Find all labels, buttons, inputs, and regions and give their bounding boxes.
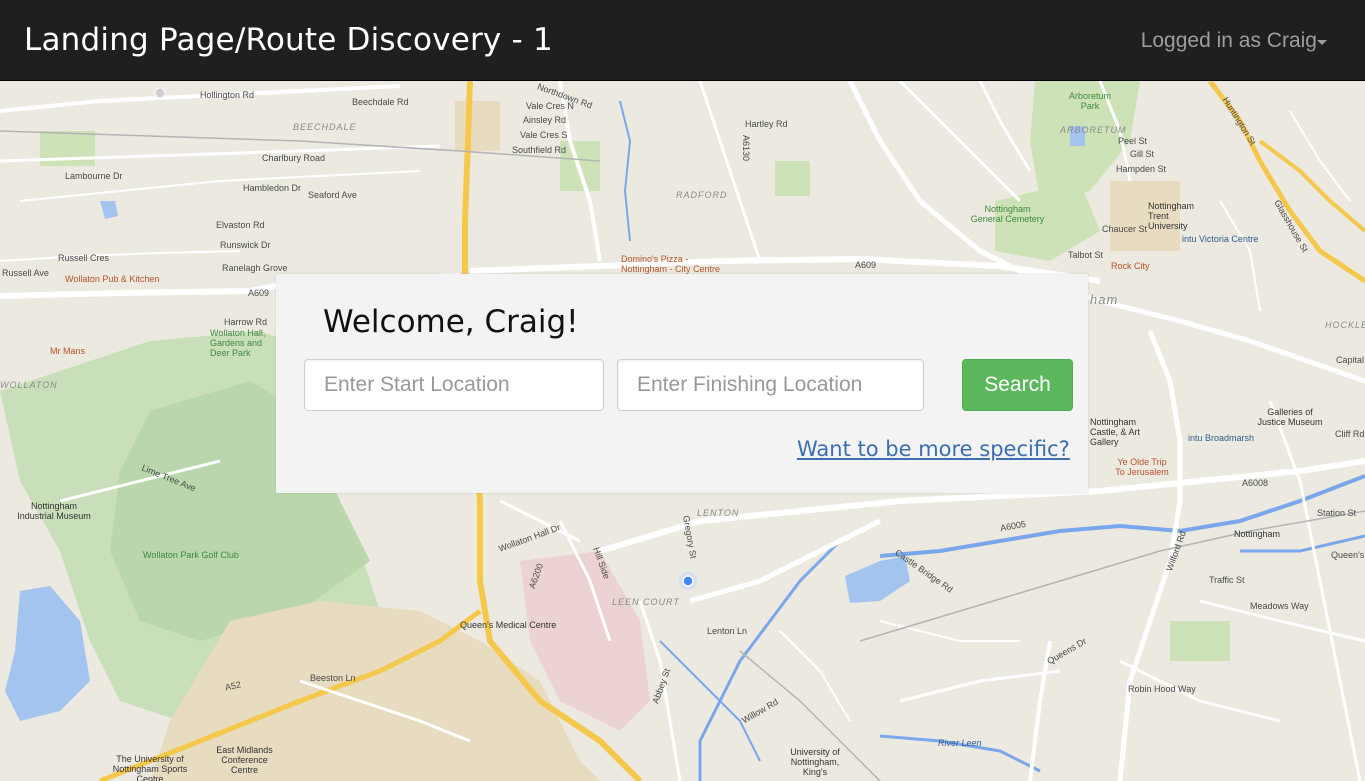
map-poi-label: Arboretum Park — [1068, 91, 1112, 111]
map-label: Queen's Rd — [1331, 550, 1365, 560]
map-label: Robin Hood Way — [1128, 684, 1196, 694]
map-label: Lambourne Dr — [65, 171, 123, 181]
map-label: Hartley Rd — [745, 119, 788, 129]
map-area-label: BEECHDALE — [293, 122, 357, 132]
user-menu-dropdown[interactable]: Logged in as Craig — [1141, 29, 1317, 53]
map-poi-label: Galleries of Justice Museum — [1257, 407, 1323, 427]
map-poi-label: Mr Mans — [50, 346, 86, 356]
map-poi-label: intu Victoria Centre — [1182, 234, 1259, 244]
map-label: Lenton Ln — [707, 626, 748, 636]
chevron-down-icon[interactable] — [1317, 40, 1327, 45]
map-label: Gill St — [1130, 149, 1155, 159]
map-label: Ainsley Rd — [523, 115, 567, 125]
map-poi-label: Wollaton Hall, Gardens and Deer Park — [210, 328, 266, 358]
map-poi-label: Wollaton Pub & Kitchen — [65, 274, 160, 284]
map-poi-label: The University of Nottingham Sports Cent… — [112, 754, 188, 781]
page-title: Landing Page/Route Discovery - 1 — [24, 22, 553, 58]
map-area-label: ARBORETUM — [1060, 125, 1127, 135]
map-label: Hampden St — [1116, 164, 1167, 174]
finish-location-input[interactable] — [617, 359, 924, 411]
map-label: Cliff Rd — [1335, 429, 1365, 439]
more-specific-link[interactable]: Want to be more specific? — [797, 437, 1070, 461]
map-label: Runswick Dr — [220, 240, 271, 250]
map-area-label: ham — [1090, 292, 1119, 307]
map-label: Vale Cres S — [520, 130, 568, 140]
map-label: A6130 — [741, 134, 752, 162]
map-label: Seaford Ave — [308, 190, 357, 200]
map-poi-label: Nottingham Trent University — [1148, 201, 1195, 231]
map-label: A609 — [248, 288, 270, 298]
map-poi-label: Nottingham Industrial Museum — [17, 501, 91, 521]
map-label: Talbot St — [1068, 250, 1104, 260]
map-area-label: LEEN COURT — [612, 597, 680, 607]
map-label: Traffic St — [1209, 575, 1245, 585]
map-label: Capital — [1336, 355, 1365, 365]
map-poi-label: East Midlands Conference Centre — [216, 745, 273, 775]
map-area-label: WOLLATON — [0, 380, 58, 390]
map-poi-label: Wollaton Park Golf Club — [143, 550, 239, 560]
map-label: Harrow Rd — [224, 317, 268, 327]
search-button[interactable]: Search — [962, 359, 1073, 411]
map-label: Vale Cres N — [526, 101, 574, 111]
map-poi-label: Nottingham Castle, & Art Gallery — [1090, 417, 1141, 447]
map-poi-label: Ye Olde Trip To Jerusalem — [1115, 457, 1169, 477]
welcome-heading: Welcome, Craig! — [323, 304, 579, 340]
route-search-panel: Welcome, Craig! Search Want to be more s… — [276, 274, 1088, 493]
map-area-label: LENTON — [697, 508, 740, 518]
map-label: Russell Cres — [58, 253, 110, 263]
map-label: Hambledon Dr — [243, 183, 302, 193]
map-label: Peel St — [1118, 136, 1148, 146]
map-label: A609 — [855, 260, 877, 270]
map-poi-label: Domino's Pizza - Nottingham - City Centr… — [621, 254, 721, 274]
map-poi-label: University of Nottingham, King's — [790, 747, 840, 777]
map-label: Station St — [1317, 508, 1357, 518]
map-label: Charlbury Road — [262, 153, 326, 163]
start-location-input[interactable] — [304, 359, 604, 411]
map-poi-label: intu Broadmarsh — [1188, 433, 1255, 443]
map-poi-label: Nottingham — [1234, 529, 1281, 539]
map-label: River Leen — [938, 738, 982, 748]
map-poi-label: Queen's Medical Centre — [460, 620, 557, 630]
map-label: Ranelagh Grove — [222, 263, 288, 273]
map-label: Chaucer St — [1102, 224, 1148, 234]
map-area-label: RADFORD — [676, 190, 728, 200]
map-label: Beechdale Rd — [352, 97, 409, 107]
map-poi-label: Nottingham General Cemetery — [970, 204, 1045, 224]
map-label: Southfield Rd — [512, 145, 567, 155]
map-poi-label: Rock City — [1111, 261, 1150, 271]
top-navbar: Landing Page/Route Discovery - 1 Logged … — [0, 0, 1365, 81]
map-label: Elvaston Rd — [216, 220, 265, 230]
map-label: A6008 — [1242, 478, 1269, 488]
map-area-label: HOCKLE — [1325, 320, 1365, 330]
map-label: Hollington Rd — [200, 90, 255, 100]
map-label: Beeston Ln — [310, 673, 356, 683]
map-label: Russell Ave — [2, 268, 49, 278]
map-label: Meadows Way — [1250, 601, 1309, 611]
